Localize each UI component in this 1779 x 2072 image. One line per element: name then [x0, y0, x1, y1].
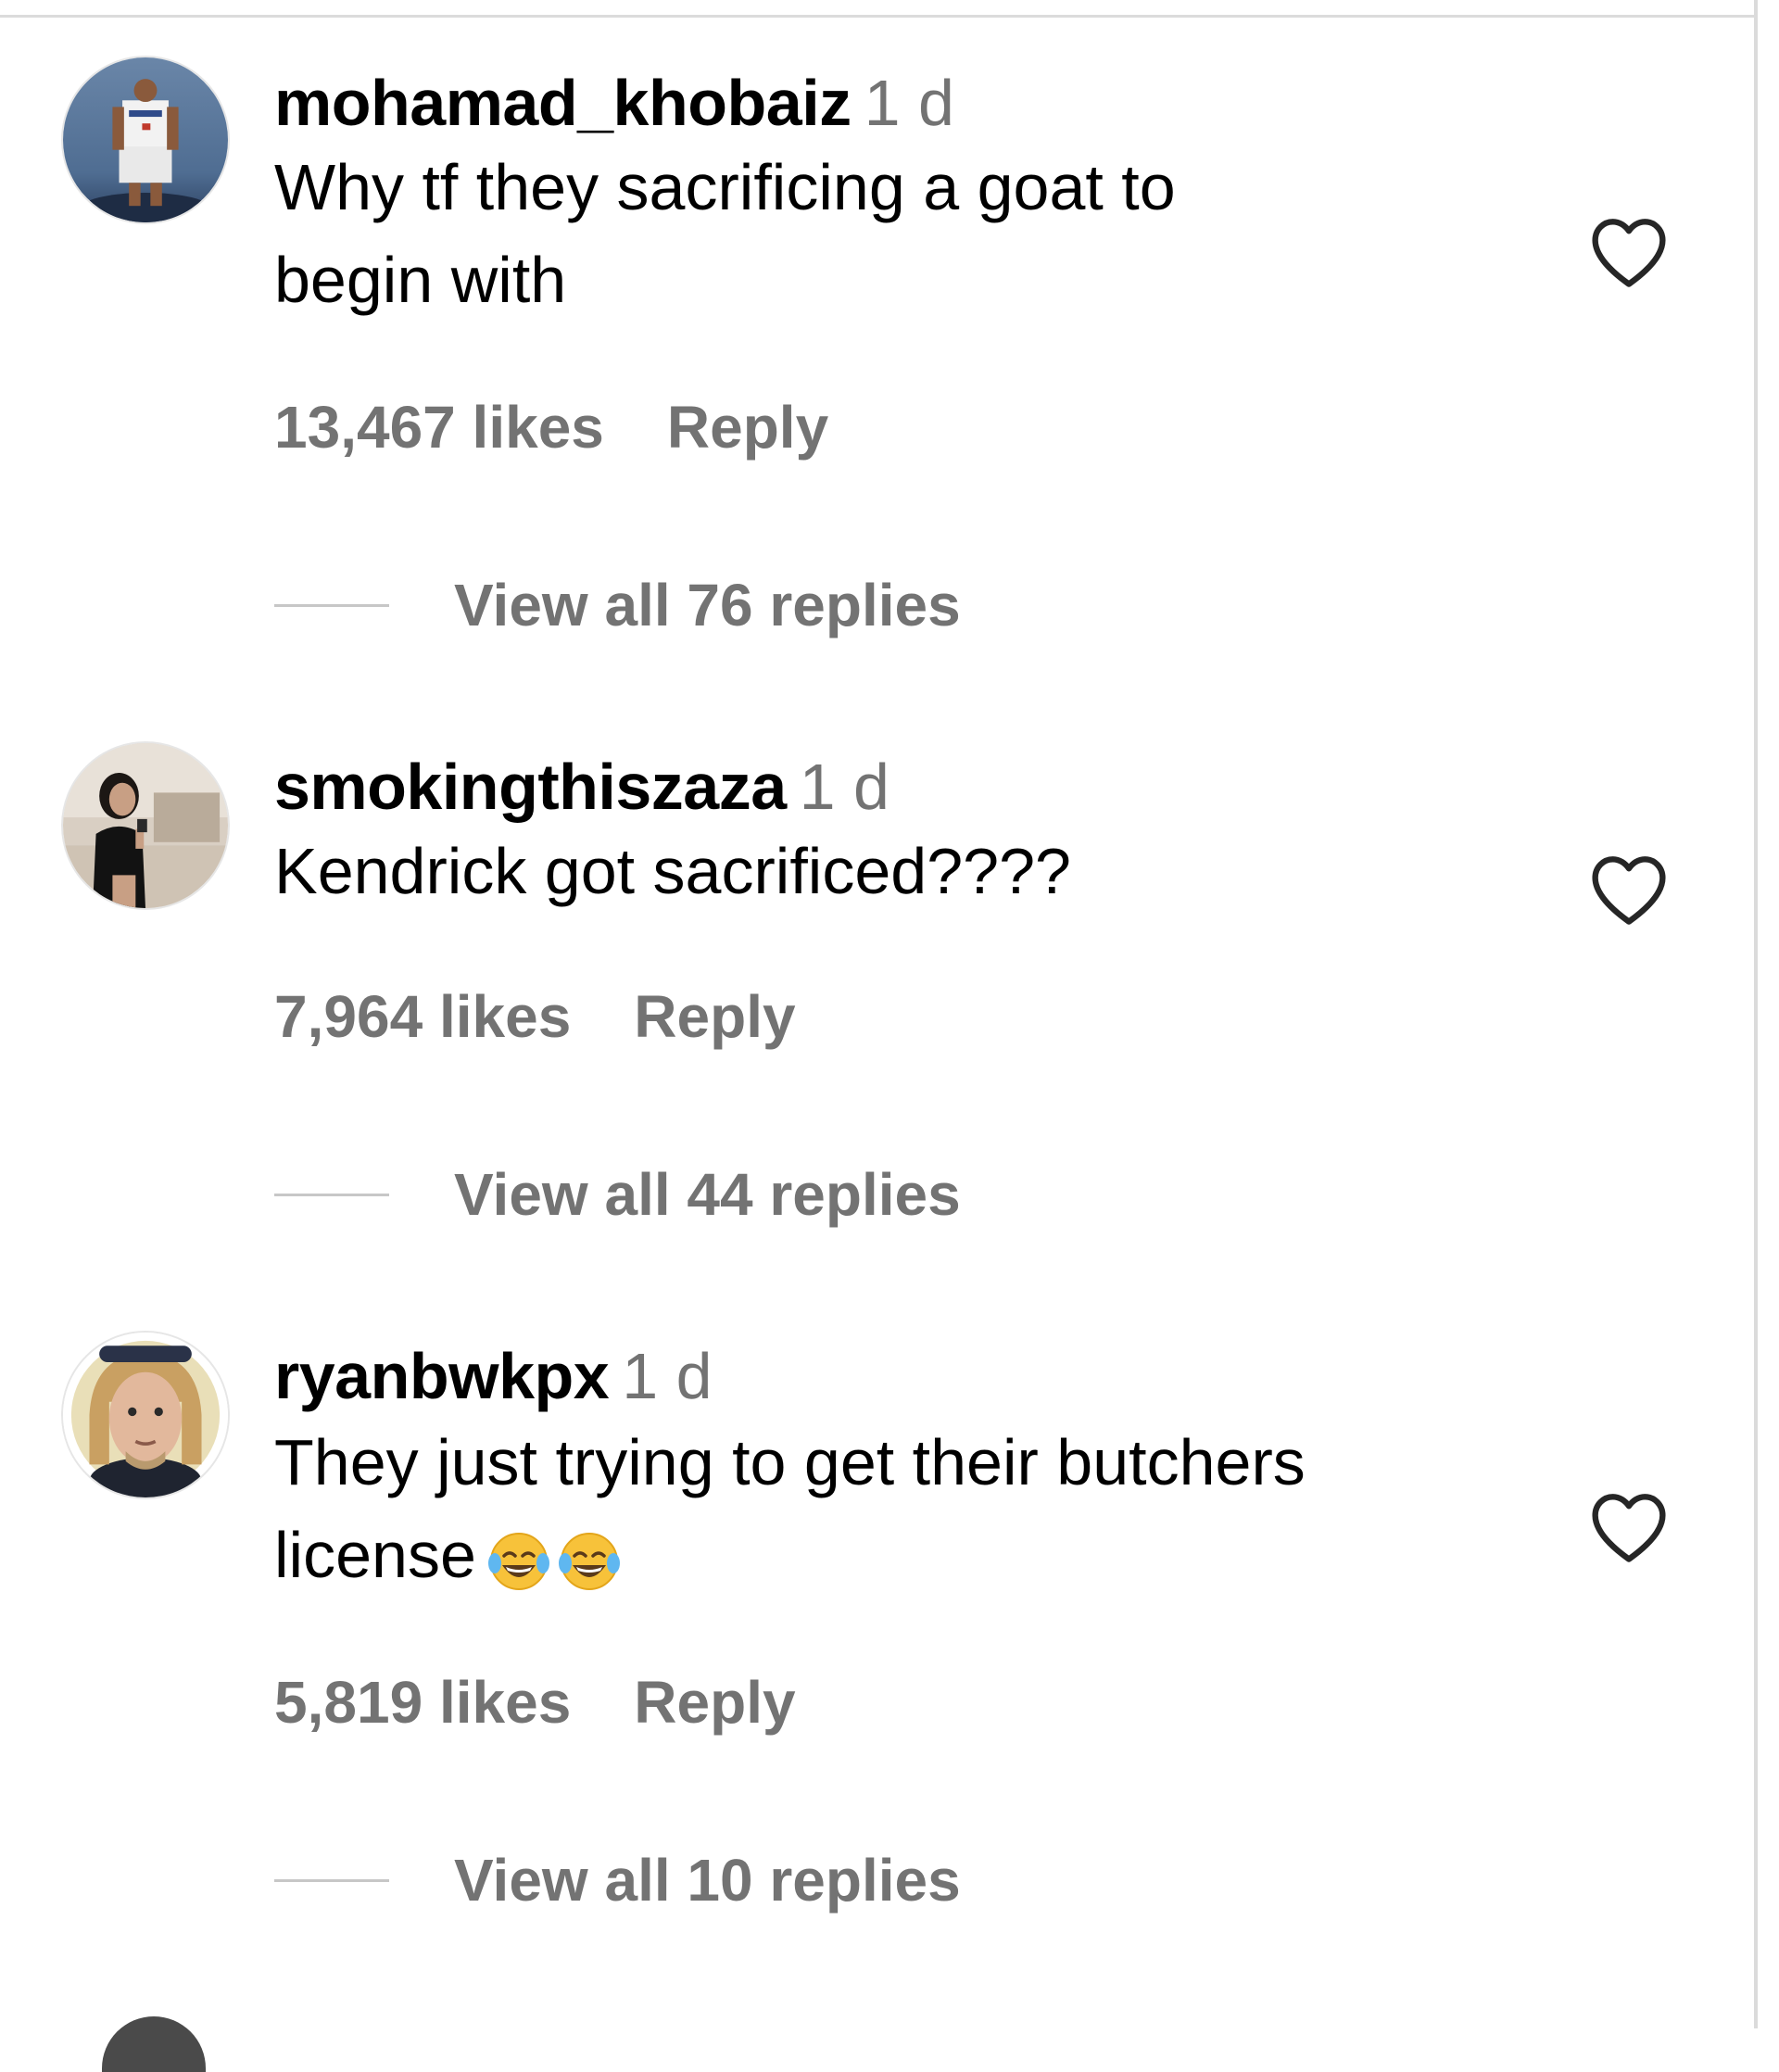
view-replies-button[interactable]: View all 76 replies: [274, 571, 961, 639]
comment-username[interactable]: smokingthiszaza: [274, 751, 787, 823]
replies-divider-line: [274, 1193, 389, 1196]
avatar-image: [63, 57, 228, 222]
view-replies-button[interactable]: View all 44 replies: [274, 1160, 961, 1229]
comment-text: They just trying to get their butchers l…: [274, 1416, 1553, 1601]
avatar[interactable]: [61, 741, 230, 910]
top-divider: [0, 15, 1756, 18]
replies-divider-line: [274, 603, 389, 607]
comment-text-line: Why tf they sacrificing a goat to: [274, 151, 1176, 223]
comment-username[interactable]: mohamad_khobaiz: [274, 67, 852, 139]
avatar-image: [63, 1333, 228, 1497]
comment-timestamp[interactable]: 1 d: [864, 67, 954, 139]
comment-username[interactable]: ryanbwkpx: [274, 1340, 610, 1412]
heart-outline-icon[interactable]: [1588, 215, 1670, 289]
comment-text-line: begin with: [274, 244, 567, 316]
view-replies-label[interactable]: View all 44 replies: [454, 1160, 961, 1229]
view-replies-label[interactable]: View all 76 replies: [454, 571, 961, 639]
comment-text-line: license😂😂: [274, 1509, 1553, 1601]
view-replies-label[interactable]: View all 10 replies: [454, 1846, 961, 1914]
reply-button[interactable]: Reply: [634, 983, 795, 1050]
like-count[interactable]: 13,467 likes: [274, 394, 604, 461]
heart-outline-icon[interactable]: [1588, 1490, 1670, 1564]
avatar[interactable]: [61, 1331, 230, 1499]
tears-of-joy-emoji-icon: [487, 1532, 620, 1590]
reply-button[interactable]: Reply: [634, 1669, 795, 1736]
comment-text: Why tf they sacrificing a goat to begin …: [274, 141, 1553, 326]
heart-outline-icon[interactable]: [1588, 853, 1670, 927]
comment-timestamp[interactable]: 1 d: [622, 1340, 712, 1412]
comment-text-line-content: license: [274, 1519, 476, 1591]
comment-text: Kendrick got sacrificed????: [274, 825, 1553, 917]
comment-text-line: They just trying to get their butchers: [274, 1426, 1306, 1498]
avatar[interactable]: [61, 56, 230, 224]
view-replies-button[interactable]: View all 10 replies: [274, 1846, 961, 1914]
avatar-image: [63, 743, 228, 908]
comment-timestamp[interactable]: 1 d: [800, 751, 890, 823]
replies-divider-line: [274, 1878, 389, 1882]
panel-edge-divider: [1754, 0, 1758, 2028]
like-count[interactable]: 7,964 likes: [274, 983, 571, 1050]
reply-button[interactable]: Reply: [667, 394, 828, 461]
next-comment-avatar-partial[interactable]: [102, 2016, 206, 2072]
like-count[interactable]: 5,819 likes: [274, 1669, 571, 1736]
comment-text-line: Kendrick got sacrificed????: [274, 835, 1071, 907]
